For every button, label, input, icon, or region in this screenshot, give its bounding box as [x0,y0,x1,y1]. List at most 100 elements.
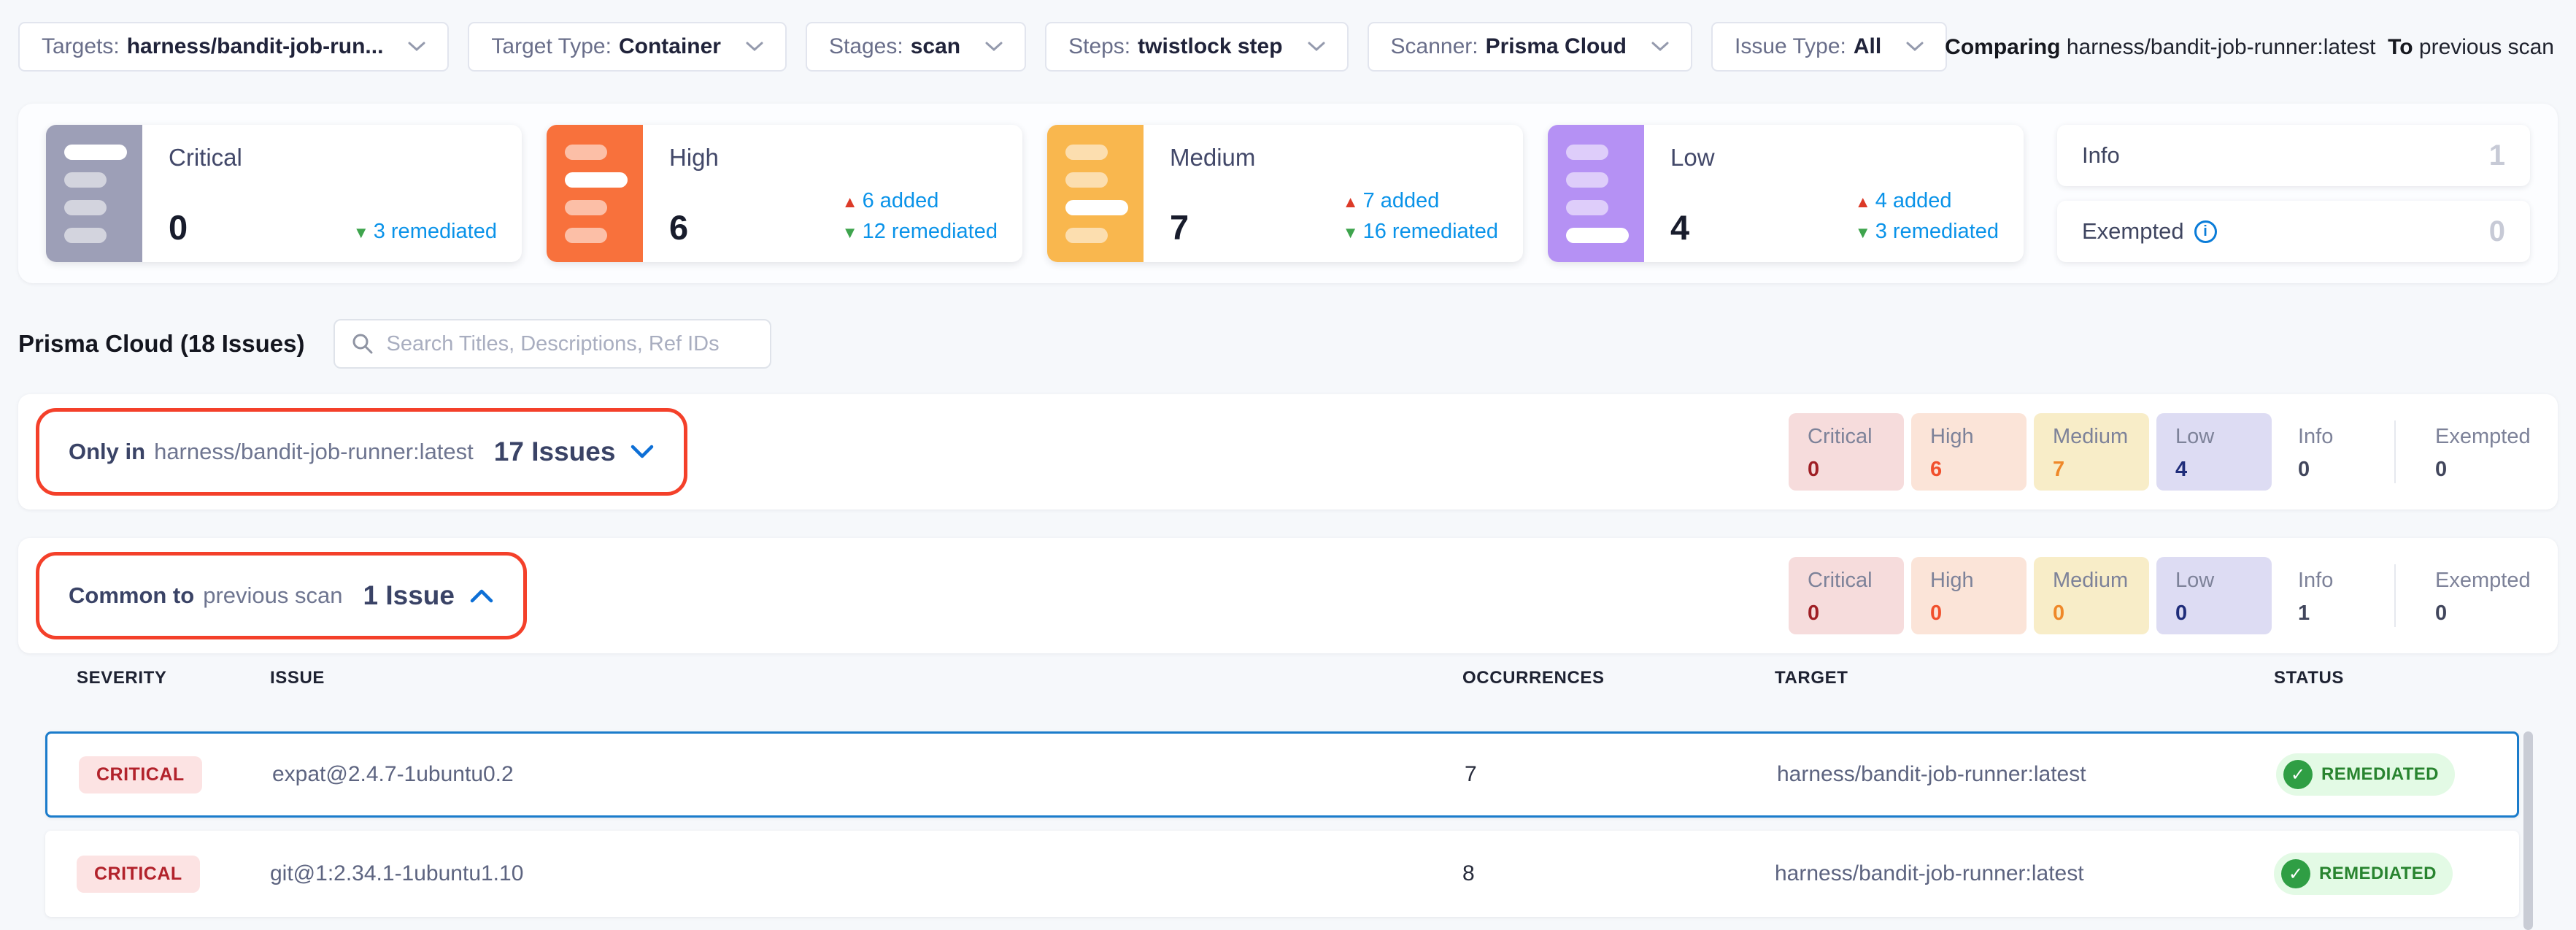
high-added-link[interactable]: 6 added [842,186,998,217]
filter-stages[interactable]: Stages: scan [806,22,1026,72]
severity-badge: CRITICAL [77,856,200,893]
issues-header: Prisma Cloud (18 Issues) [18,319,771,369]
comparing-baseline: previous scan [2419,35,2554,59]
comparing-label: Comparing harness/bandit-job-runner:late… [1945,35,2554,60]
only-in-count: 17 Issues [494,437,616,467]
only-in-target: harness/bandit-job-runner:latest [154,439,474,465]
target-name: harness/bandit-job-runner:latest [1777,762,2276,787]
filter-stages-label: Stages: [829,34,903,59]
chevron-down-icon [1308,42,1325,52]
low-remediated-link[interactable]: 3 remediated [1855,217,1999,247]
chevron-down-icon[interactable] [630,444,655,460]
low-summary-card: Low 4 4 added 3 remediated [1548,125,2024,262]
filter-scanner-label: Scanner: [1391,34,1478,59]
low-count: 4 [1670,207,1689,247]
occurrences-count: 7 [1465,762,1777,787]
col-target: TARGET [1775,668,2274,688]
common-to-target: previous scan [203,583,342,609]
filter-target-type-label: Target Type: [491,34,612,59]
filter-steps-value: twistlock step [1138,34,1282,59]
exempted-count: 0 [2489,215,2505,248]
filter-steps-label: Steps: [1068,34,1130,59]
filter-target-type[interactable]: Target Type: Container [468,22,787,72]
chevron-down-icon [1906,42,1924,52]
comparing-connector: To [2388,35,2413,59]
medium-summary-card: Medium 7 7 added 16 remediated [1047,125,1523,262]
vertical-scrollbar-thumb[interactable] [2523,731,2533,930]
low-severity-icon [1548,125,1644,262]
common-to-severity-chips: Critical 0 High 0 Medium 0 Low 0 Info 1 … [1789,557,2518,634]
common-to-count: 1 Issue [363,580,454,611]
critical-count: 0 [169,207,188,247]
chevron-down-icon [408,42,425,52]
chevron-up-icon[interactable] [469,588,494,604]
low-added-link[interactable]: 4 added [1855,186,1999,217]
high-summary-card: High 6 6 added 12 remediated [547,125,1022,262]
medium-added-link[interactable]: 7 added [1343,186,1498,217]
medium-severity-icon [1047,125,1144,262]
chip-info: Info 1 [2279,557,2374,634]
common-to-section: Common to previous scan 1 Issue Critical… [18,538,2558,653]
only-in-section: Only in harness/bandit-job-runner:latest… [18,394,2558,510]
common-to-prefix: Common to [69,583,194,609]
issue-row-git[interactable]: CRITICAL git@1:2.34.1-1ubuntu1.10 8 harn… [45,831,2519,917]
chevron-down-icon [1651,42,1669,52]
chip-high: High 6 [1911,413,2027,491]
info-summary-card: Info 1 [2057,125,2530,186]
comparing-target: harness/bandit-job-runner:latest [2067,35,2376,59]
search-input[interactable] [386,332,754,356]
filter-stages-value: scan [911,34,960,59]
chevron-down-icon [985,42,1003,52]
high-remediated-link[interactable]: 12 remediated [842,217,998,247]
check-circle-icon: ✓ [2281,859,2310,888]
filter-scanner-value: Prisma Cloud [1486,34,1627,59]
chip-low: Low 4 [2156,413,2272,491]
filter-issue-type[interactable]: Issue Type: All [1711,22,1947,72]
issue-name: expat@2.4.7-1ubuntu0.2 [272,762,1465,787]
only-in-toggle[interactable]: Only in harness/bandit-job-runner:latest… [36,408,687,496]
critical-severity-icon [46,125,142,262]
exempted-summary-card: Exempted i 0 [2057,201,2530,262]
critical-label: Critical [169,144,497,172]
chip-critical: Critical 0 [1789,557,1904,634]
chip-divider [2394,564,2396,627]
common-to-toggle[interactable]: Common to previous scan 1 Issue [36,552,527,639]
chip-high: High 0 [1911,557,2027,634]
comparing-prefix: Comparing [1945,35,2060,59]
chip-exempted: Exempted 0 [2416,557,2511,634]
critical-remediated-link[interactable]: 3 remediated [353,217,497,247]
filter-targets-label: Targets: [42,34,120,59]
high-severity-icon [547,125,643,262]
exempted-label: Exempted [2082,218,2184,245]
status-badge: ✓ REMEDIATED [2274,853,2453,895]
severity-summary-band: Critical 0 3 remediated High 6 [18,104,2558,283]
status-badge: ✓ REMEDIATED [2276,753,2455,796]
issues-table-header: SEVERITY ISSUE OCCURRENCES TARGET STATUS [45,668,2519,688]
chip-divider [2394,420,2396,483]
check-circle-icon: ✓ [2283,760,2313,789]
filter-targets-value: harness/bandit-job-run... [127,34,384,59]
search-icon [351,332,374,356]
filter-targets[interactable]: Targets: harness/bandit-job-run... [18,22,449,72]
severity-badge: CRITICAL [79,756,202,793]
col-occurrences: OCCURRENCES [1462,668,1775,688]
medium-count: 7 [1170,207,1189,247]
col-status: STATUS [2274,668,2519,688]
filter-issue-type-value: All [1854,34,1881,59]
chevron-down-icon [746,42,763,52]
info-tooltip-icon[interactable]: i [2194,220,2217,243]
security-tests-dashboard: Targets: harness/bandit-job-run... Targe… [0,0,2576,930]
filter-scanner[interactable]: Scanner: Prisma Cloud [1368,22,1692,72]
medium-remediated-link[interactable]: 16 remediated [1343,217,1498,247]
high-label: High [669,144,998,172]
info-label: Info [2082,142,2120,169]
medium-label: Medium [1170,144,1498,172]
issue-row-expat[interactable]: CRITICAL expat@2.4.7-1ubuntu0.2 7 harnes… [45,731,2519,818]
low-label: Low [1670,144,1999,172]
target-name: harness/bandit-job-runner:latest [1775,861,2274,886]
info-count: 1 [2489,139,2505,172]
critical-summary-card: Critical 0 3 remediated [46,125,522,262]
chip-medium: Medium 7 [2034,413,2149,491]
search-box[interactable] [333,319,771,369]
filter-steps[interactable]: Steps: twistlock step [1045,22,1348,72]
